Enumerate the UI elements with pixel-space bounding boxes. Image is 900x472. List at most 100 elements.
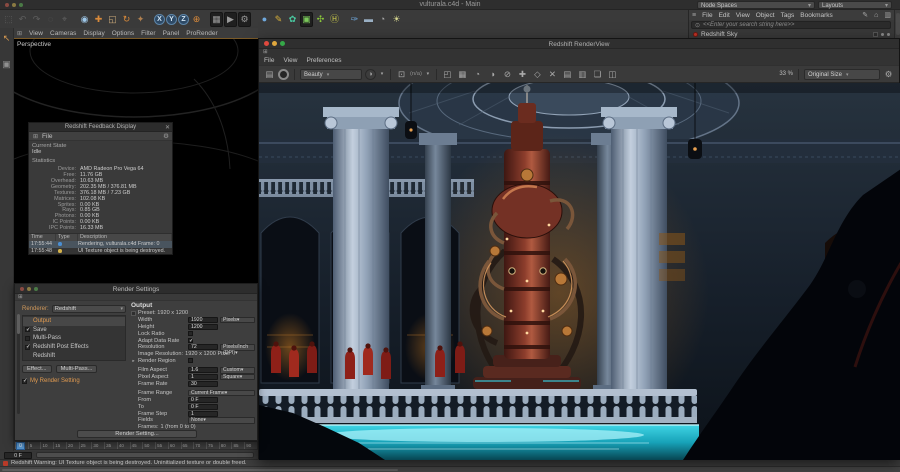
editor-visibility-dot[interactable] bbox=[881, 33, 884, 36]
viewport-menu-item[interactable]: Options bbox=[112, 30, 134, 37]
disable-updates-icon[interactable]: ⊘ bbox=[502, 69, 513, 80]
enable-checkbox[interactable] bbox=[25, 327, 30, 332]
pick-focus-icon[interactable]: ✚ bbox=[517, 69, 528, 80]
undo-icon[interactable]: ↶ bbox=[16, 12, 29, 27]
snapshot-b-icon[interactable]: ▥ bbox=[577, 69, 588, 80]
my-render-setting-row[interactable]: My Render Setting bbox=[22, 378, 126, 384]
toolbar-icon[interactable] bbox=[72, 12, 77, 27]
feedback-titlebar[interactable]: Redshift Feedback Display ✕ bbox=[29, 123, 172, 132]
viewport-menu-icon[interactable]: ⊞ bbox=[17, 30, 22, 37]
render-settings-tree-item[interactable]: Redshift Post Effects bbox=[23, 343, 125, 352]
node-spaces-dropdown[interactable]: Node Spaces▾ bbox=[697, 1, 815, 9]
enable-checkbox[interactable] bbox=[25, 345, 30, 350]
scrollbar-thumb[interactable] bbox=[17, 314, 20, 334]
chevron-down-icon[interactable]: ▾ bbox=[425, 71, 431, 77]
hair-icon[interactable]: Ⓗ bbox=[328, 12, 341, 27]
viewport-menu-item[interactable]: Display bbox=[83, 30, 104, 37]
cube-tool-icon[interactable]: ▣ bbox=[1, 58, 13, 70]
feedback-file-menu[interactable]: File bbox=[42, 133, 52, 140]
toolbar-icon[interactable] bbox=[204, 12, 209, 27]
gear-icon[interactable]: ⚙ bbox=[883, 69, 894, 80]
setting-input[interactable]: 0 F bbox=[188, 404, 218, 410]
gear-icon[interactable]: ⚙ bbox=[163, 132, 169, 140]
frame-slider[interactable] bbox=[36, 452, 254, 458]
object-manager-menu-item[interactable]: File bbox=[702, 12, 712, 19]
setting-dropdown[interactable]: None▾ bbox=[188, 417, 255, 424]
setting-input[interactable]: 1 bbox=[188, 411, 218, 417]
setting-checkbox[interactable] bbox=[188, 358, 193, 363]
multipass-button[interactable]: Multi-Pass... bbox=[56, 365, 98, 373]
render-settings-tree-item[interactable]: Multi-Pass bbox=[23, 334, 125, 343]
object-manager-menu-item[interactable]: Edit bbox=[719, 12, 730, 19]
toolbar-icon[interactable] bbox=[342, 12, 347, 27]
render-settings-icon[interactable]: ⚙ bbox=[238, 12, 251, 27]
light-icon[interactable]: ☀ bbox=[390, 12, 403, 27]
snapshot-a-icon[interactable]: ▤ bbox=[562, 69, 573, 80]
mograph-icon[interactable]: ✿ bbox=[286, 12, 299, 27]
grid-overlay-icon[interactable]: ▦ bbox=[457, 69, 468, 80]
viewport-menu-item[interactable]: Panel bbox=[163, 30, 180, 37]
chevron-down-icon[interactable]: ▾ bbox=[379, 71, 385, 77]
setting-dropdown[interactable]: Custom▾ bbox=[220, 367, 255, 374]
render-setting-button[interactable]: Render Setting... bbox=[77, 430, 197, 438]
clay-render-icon[interactable]: ◔ bbox=[472, 69, 483, 80]
camera-icon[interactable]: ◔ bbox=[376, 12, 389, 27]
renderview-menu-item[interactable]: File bbox=[264, 57, 274, 64]
ab-compare-icon[interactable]: ◑ bbox=[365, 69, 376, 80]
enable-checkbox[interactable] bbox=[25, 336, 30, 341]
scale-tool-icon[interactable]: ◱ bbox=[106, 12, 119, 27]
pen-icon[interactable]: ✑ bbox=[348, 12, 361, 27]
redo-icon[interactable]: ↷ bbox=[30, 12, 43, 27]
render-settings-tree-item[interactable]: Output bbox=[23, 317, 125, 326]
setting-input[interactable]: 0 F bbox=[188, 397, 218, 403]
pencil-icon[interactable]: ✎ bbox=[862, 11, 868, 19]
rotate-tool-icon[interactable]: ↻ bbox=[120, 12, 133, 27]
object-search-field[interactable]: ⊙ <<Enter your search string here>> bbox=[691, 21, 891, 29]
render-view-icon[interactable]: ▦ bbox=[210, 12, 223, 27]
floor-icon[interactable]: ▬ bbox=[362, 12, 375, 27]
object-manager-menu-item[interactable]: Object bbox=[756, 12, 775, 19]
layouts-dropdown[interactable]: Layouts▾ bbox=[818, 1, 892, 9]
setting-input[interactable]: 72 bbox=[188, 344, 218, 350]
render-settings-tree-item[interactable]: Redshift bbox=[23, 351, 125, 360]
move-tool-icon[interactable]: ✚ bbox=[92, 12, 105, 27]
renderer-dropdown[interactable]: Redshift▾ bbox=[52, 305, 126, 313]
active-setting-checkbox[interactable] bbox=[22, 379, 27, 384]
toolbar-icon[interactable] bbox=[148, 12, 153, 27]
copy-snapshot-icon[interactable]: ❏ bbox=[592, 69, 603, 80]
spline-pen-icon[interactable]: ✎ bbox=[272, 12, 285, 27]
setting-dropdown[interactable]: Current Frame▾ bbox=[188, 390, 255, 397]
timeline-playhead[interactable]: 0 bbox=[16, 442, 25, 450]
coord-system-icon[interactable]: ⊕ bbox=[190, 12, 203, 27]
cursor-tool-icon[interactable]: ↖ bbox=[1, 32, 13, 44]
menu-icon[interactable]: ≡ bbox=[692, 12, 696, 19]
render-settings-tree-item[interactable]: Save bbox=[23, 326, 125, 335]
start-render-button[interactable] bbox=[278, 69, 289, 80]
viewport-menu-item[interactable]: View bbox=[29, 30, 43, 37]
object-name[interactable]: Redshift Sky bbox=[701, 31, 738, 38]
axis-z-lock-icon[interactable]: Z bbox=[178, 14, 189, 25]
renderview-titlebar[interactable]: Redshift RenderView bbox=[259, 39, 899, 49]
live-selection-icon[interactable]: ◉ bbox=[78, 12, 91, 27]
primitive-object-icon[interactable]: ● bbox=[258, 12, 271, 27]
last-tool-icon[interactable]: ✦ bbox=[134, 12, 147, 27]
setting-checkbox[interactable] bbox=[188, 331, 193, 336]
axis-y-lock-icon[interactable]: Y bbox=[166, 14, 177, 25]
viewport-menu-item[interactable]: ProRender bbox=[186, 30, 217, 37]
selection-box-icon[interactable]: ⬚ bbox=[2, 12, 15, 27]
setting-input[interactable]: 1920 bbox=[188, 317, 218, 323]
setting-dropdown[interactable]: Square▾ bbox=[220, 374, 255, 381]
axis-x-lock-icon[interactable]: X bbox=[154, 14, 165, 25]
current-frame-field[interactable]: 0 F bbox=[4, 452, 32, 459]
aov-dropdown[interactable]: Beauty▾ bbox=[300, 69, 362, 80]
render-visibility-dot[interactable] bbox=[887, 33, 890, 36]
object-row[interactable]: Redshift Sky bbox=[689, 30, 894, 38]
viewport-menu-item[interactable]: Filter bbox=[141, 30, 155, 37]
home-icon[interactable]: ⌂ bbox=[874, 12, 878, 19]
object-manager-menu-item[interactable]: View bbox=[736, 12, 750, 19]
renderview-menu-item[interactable]: Preferences bbox=[306, 57, 341, 64]
renderview-menu-item[interactable]: View bbox=[283, 57, 297, 64]
toolbar-icon[interactable] bbox=[252, 12, 257, 27]
setting-input[interactable]: 1 bbox=[188, 374, 218, 380]
layer-toggle[interactable] bbox=[873, 32, 878, 37]
